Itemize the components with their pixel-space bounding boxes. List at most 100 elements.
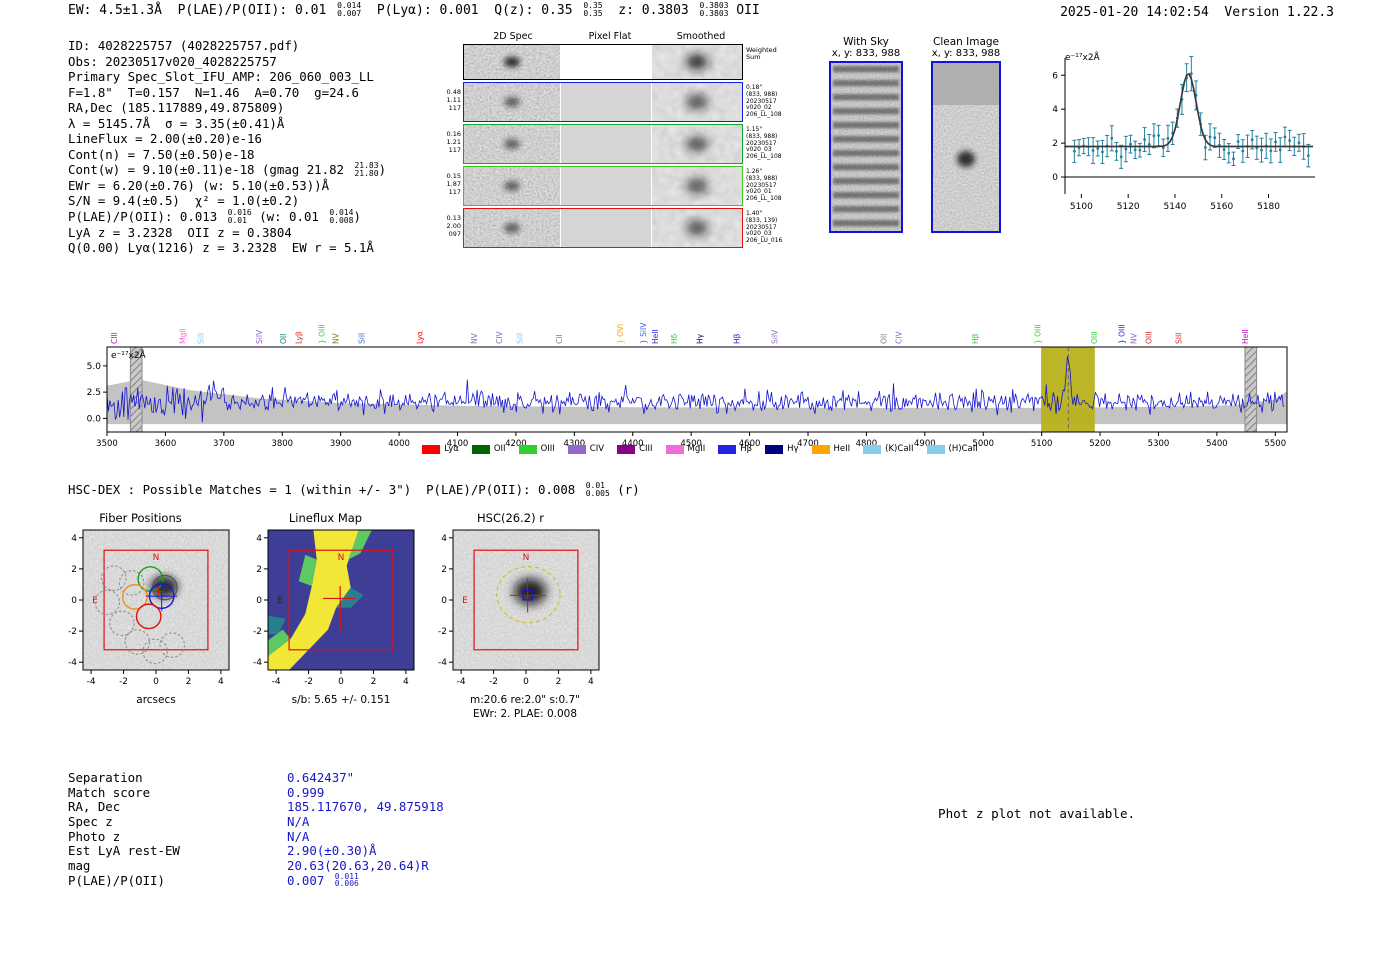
- match-row-value: N/A: [287, 828, 310, 844]
- svg-text:2: 2: [256, 565, 262, 575]
- spec2d-row-meta: 1.40" (833, 139) 20230517 v020_03 206_LU_016: [746, 210, 783, 245]
- spec2d-row: 0.16 1.21 117 1.15" (833, 988) 20230517 v020_0…: [441, 124, 791, 164]
- svg-text:NV: NV: [470, 332, 479, 344]
- svg-text:2: 2: [371, 677, 377, 687]
- info-line: LineFlux = 2.00(±0.20)e-16: [68, 131, 262, 147]
- clean-image-coords: x, y: 833, 988: [931, 48, 1001, 59]
- info-line: P(LAE)/P(OII): 0.013 0.016 0.01 (w: 0.01 …: [68, 208, 361, 225]
- spec2d-row: 0.48 1.11 117 0.18" (833, 988) 20230517 v020_0…: [441, 82, 791, 122]
- stacked-uncertainty: 0.01 0.005: [585, 481, 610, 498]
- svg-text:-4: -4: [68, 658, 77, 668]
- match-row: mag 20.63(20.63,20.64)R: [68, 858, 444, 873]
- info-line: Q(0.00) Lyα(1216) z = 3.2328 EW r = 5.1Å: [68, 240, 374, 256]
- hsc-caption-1: m:20.6 re:2.0" s:0.7": [470, 694, 580, 706]
- with-sky-image: [829, 61, 903, 233]
- svg-text:-2: -2: [438, 627, 447, 637]
- match-row-label: Separation: [68, 770, 143, 785]
- info-line: λ = 5145.7Å σ = 3.35(±0.41)Å: [68, 115, 285, 131]
- info-line: EWr = 6.20(±0.76) (w: 5.10(±0.53))Å: [68, 177, 330, 193]
- svg-text:Hβ: Hβ: [733, 333, 742, 344]
- info-line: F=1.8" T=0.157 N=1.46 A=0.70 g=24.6: [68, 84, 359, 100]
- svg-text:-4: -4: [253, 658, 262, 668]
- svg-text:2.5: 2.5: [87, 388, 101, 398]
- match-row: Separation 0.642437": [68, 770, 444, 785]
- hsc-dex-summary: HSC-DEX : Possible Matches = 1 (within +…: [68, 481, 640, 498]
- svg-text:OII: OII: [879, 334, 888, 344]
- spec2d-row-weights: 0.15 1.87 117: [446, 172, 461, 196]
- legend-item: Lyα: [422, 444, 459, 454]
- svg-text:-2: -2: [489, 677, 498, 687]
- svg-text:SiII: SiII: [358, 333, 367, 344]
- with-sky-panel: With Sky x, y: 833, 988: [826, 36, 906, 237]
- hsc-caption-2: EWr: 2. PLAE: 0.008: [472, 708, 578, 720]
- spec2d-row-images: [463, 82, 743, 122]
- svg-text:4: 4: [1052, 105, 1058, 115]
- svg-text:} OIII: } OIII: [317, 324, 326, 344]
- svg-text:5160: 5160: [1210, 202, 1233, 212]
- svg-text:Lyβ: Lyβ: [295, 331, 304, 344]
- fiber-x-label: arcsecs: [136, 694, 176, 706]
- svg-text:-2: -2: [119, 677, 128, 687]
- svg-text:0: 0: [153, 677, 159, 687]
- spec2d-row-weights: [441, 44, 463, 80]
- legend-label: OIII: [540, 444, 555, 454]
- svg-text:2: 2: [71, 565, 77, 575]
- svg-text:-4: -4: [87, 677, 96, 687]
- svg-text:e⁻¹⁷x2Å: e⁻¹⁷x2Å: [1065, 51, 1101, 63]
- legend-label: Lyα: [444, 444, 459, 454]
- svg-text:SiIV: SiIV: [771, 329, 780, 344]
- match-row-value: N/A: [287, 814, 310, 830]
- legend-label: Hγ: [787, 444, 799, 454]
- info-line: S/N = 9.4(±0.5) χ² = 1.0(±0.2): [68, 193, 300, 209]
- legend-swatch: [471, 444, 490, 454]
- spec2d-row-meta: 1.15" (833, 988) 20230517 v020_03 206_LL_108: [746, 126, 782, 161]
- spec2d-row-weights: 0.13 2.00 097: [446, 214, 461, 238]
- svg-text:} SiIV: } SiIV: [639, 322, 648, 344]
- svg-text:E: E: [277, 596, 283, 606]
- legend-swatch: [422, 444, 441, 454]
- col-header-smoothed: Smoothed: [676, 31, 726, 42]
- info-line: Obs: 20230517v020_4028225757: [68, 53, 277, 69]
- legend-label: CIII: [639, 444, 653, 454]
- svg-text:4: 4: [256, 534, 262, 544]
- match-row-value: 0.642437": [287, 770, 355, 785]
- legend-swatch: [665, 444, 684, 454]
- stacked-uncertainty: 21.83 21.80: [354, 161, 379, 178]
- svg-text:SiII: SiII: [196, 333, 205, 344]
- match-row-label: RA, Dec: [68, 799, 121, 815]
- svg-text:2: 2: [186, 677, 192, 687]
- svg-text:5100: 5100: [1070, 202, 1093, 212]
- svg-text:4: 4: [218, 677, 224, 687]
- svg-text:Hγ: Hγ: [695, 333, 704, 344]
- svg-text:2: 2: [1052, 139, 1058, 149]
- legend-label: HeII: [833, 444, 851, 454]
- legend-swatch: [926, 444, 945, 454]
- svg-text:SIII: SIII: [1174, 333, 1183, 344]
- match-row-value: 20.63(20.63,20.64)R: [287, 858, 429, 874]
- svg-text:2: 2: [556, 677, 562, 687]
- spec2d-row-meta: 1.26" (833, 988) 20230517 v020_01 206_LL_108: [746, 168, 782, 203]
- match-row-label: Photo z: [68, 828, 121, 844]
- svg-text:-2: -2: [304, 677, 313, 687]
- spec2d-row-images: [463, 124, 743, 164]
- svg-text:} OIII: } OIII: [1033, 324, 1042, 344]
- spec2d-row-weights: 0.48 1.11 117: [446, 88, 461, 112]
- svg-text:OII: OII: [279, 334, 288, 344]
- clean-image-panel: Clean Image x, y: 833, 988: [928, 36, 1004, 237]
- svg-text:CIV: CIV: [495, 331, 504, 344]
- legend-item: OII: [471, 444, 506, 454]
- svg-text:2: 2: [441, 565, 447, 575]
- legend-swatch: [718, 444, 737, 454]
- svg-text:N: N: [153, 553, 160, 563]
- svg-text:E: E: [92, 596, 98, 606]
- spec2d-row-meta: 0.18" (833, 988) 20230517 v020_02 206_LL_108: [746, 84, 782, 119]
- svg-text:SiIV: SiIV: [255, 329, 264, 344]
- match-table: Separation 0.642437" Match score 0.999 RA, D…: [68, 770, 444, 888]
- svg-text:-4: -4: [457, 677, 466, 687]
- svg-text:SiII: SiII: [515, 333, 524, 344]
- line-fit-plot: 0 2 4 6 5100 5120 5140 5160 5180 e⁻¹⁷x2Å: [1052, 51, 1315, 212]
- summary-header: EW: 4.5±1.3Å P(LAE)/P(OII): 0.01 0.014 0.…: [68, 1, 760, 18]
- svg-text:} OVI: } OVI: [616, 324, 625, 344]
- clean-image: [931, 61, 1001, 233]
- svg-text:E: E: [462, 596, 468, 606]
